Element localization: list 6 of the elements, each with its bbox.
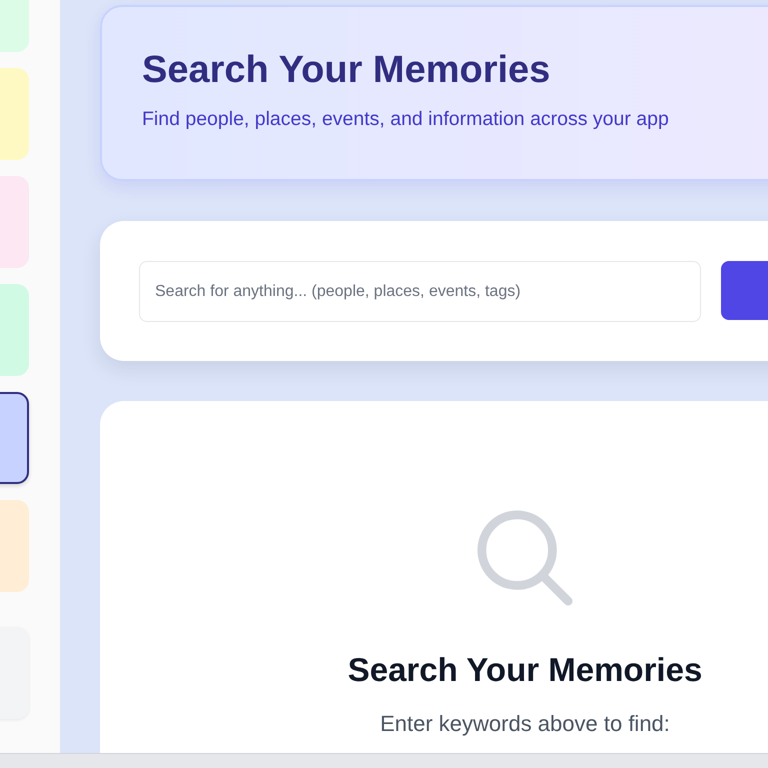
search-field[interactable]: Search for anything... (people, places, events, tags) xyxy=(139,261,701,322)
empty-state-title: Search Your Memories xyxy=(348,651,702,689)
page-subtitle: Find people, places, events, and information across your app xyxy=(142,108,670,131)
search-icon xyxy=(476,509,574,607)
empty-state-text: Enter keywords above to find: xyxy=(380,711,670,737)
page-title: Search Your Memories xyxy=(142,49,552,92)
